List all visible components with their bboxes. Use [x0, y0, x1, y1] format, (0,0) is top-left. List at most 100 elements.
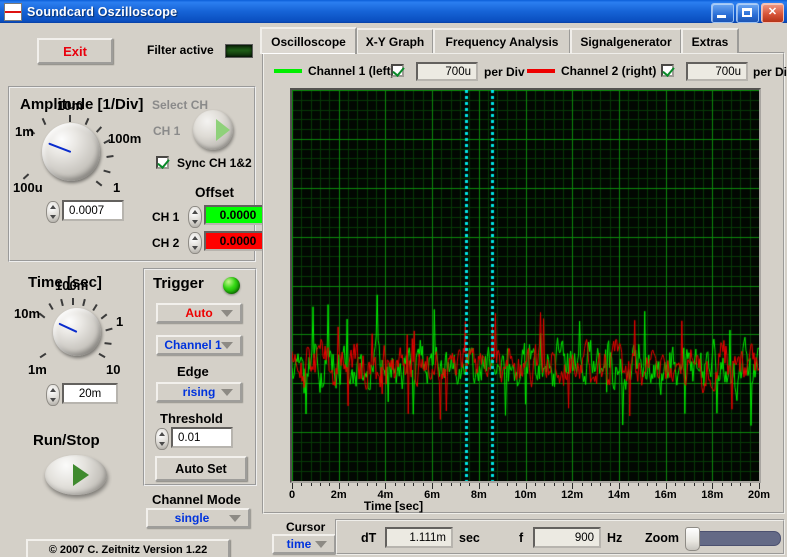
waveform-canvas[interactable]: [292, 90, 759, 481]
offset-ch1-stepper[interactable]: [188, 206, 202, 228]
tab-frequency-analysis-label: Frequency Analysis: [445, 34, 559, 49]
zoom-slider-thumb[interactable]: [685, 527, 700, 551]
close-icon[interactable]: ✕: [761, 3, 784, 23]
x-axis-tick: [553, 483, 555, 486]
channel-mode-value: single: [174, 511, 210, 525]
application-window: Soundcard Oszilloscope ✕ Exit Filter act…: [0, 0, 787, 557]
trigger-threshold-label: Threshold: [160, 411, 223, 426]
x-axis-tick: [702, 483, 704, 486]
tab-strip: Oscilloscope X-Y Graph Frequency Analysi…: [260, 27, 787, 54]
x-axis-tick: [348, 483, 350, 486]
x-axis-title: Time [sec]: [363, 499, 424, 513]
x-axis-tick: [422, 483, 424, 486]
time-stepper[interactable]: [46, 384, 60, 406]
filter-indicator-led: [225, 44, 253, 58]
exit-button[interactable]: Exit: [37, 38, 113, 64]
x-axis-tick: [656, 483, 658, 486]
trigger-mode-dropdown[interactable]: Auto: [156, 303, 242, 323]
x-axis-tick: [404, 483, 406, 486]
x-axis-tick: [497, 483, 499, 486]
x-axis-tick: [301, 483, 303, 486]
auto-set-label: Auto Set: [175, 461, 227, 476]
cursor-mode-dropdown[interactable]: time: [272, 534, 336, 554]
channel1-enable-checkbox[interactable]: [391, 64, 405, 77]
tab-extras[interactable]: Extras: [681, 28, 739, 53]
x-axis-tick: [749, 483, 751, 486]
x-axis-tick: [488, 483, 490, 486]
run-stop-button[interactable]: [45, 455, 107, 495]
tab-xy-graph[interactable]: X-Y Graph: [356, 28, 434, 53]
x-axis-tick: [730, 483, 732, 486]
x-axis-tick: [740, 483, 742, 486]
trigger-edge-dropdown[interactable]: rising: [156, 382, 242, 402]
dt-value: 1.111m: [385, 527, 453, 548]
x-axis-tick: [329, 483, 331, 486]
oscilloscope-plot[interactable]: [290, 88, 761, 483]
trigger-source-dropdown[interactable]: Channel 1: [156, 335, 242, 355]
x-axis-tick: [441, 483, 443, 486]
x-axis-tick: [394, 483, 396, 486]
trigger-mode-value: Auto: [185, 306, 213, 320]
channel1-color-swatch: [274, 69, 302, 73]
time-knob[interactable]: [53, 308, 101, 356]
x-axis-tick: [693, 483, 695, 486]
minimize-icon[interactable]: [711, 3, 734, 23]
cursor-readout-bar: dT 1.111m sec f 900 Hz Zoom: [335, 519, 785, 555]
trigger-led: [223, 277, 240, 294]
x-axis-tick: [721, 483, 723, 486]
copyright-footer: © 2007 C. Zeitnitz Version 1.22: [26, 539, 230, 557]
sync-channels-label: Sync CH 1&2: [177, 156, 252, 170]
offset-title: Offset: [195, 185, 235, 200]
x-axis-tick: [320, 483, 322, 486]
scope-icon: [4, 2, 22, 21]
time-knob-label-100m: 100m: [55, 278, 89, 293]
amplitude-stepper[interactable]: [46, 201, 60, 223]
amplitude-value-input[interactable]: 0.0007: [62, 200, 124, 221]
x-axis-tick: [376, 483, 378, 486]
amplitude-knob[interactable]: [42, 123, 100, 181]
channel2-scale-input[interactable]: 700u: [686, 62, 748, 81]
x-axis-tick: [562, 483, 564, 486]
trigger-source-value: Channel 1: [164, 338, 222, 352]
tab-extras-label: Extras: [691, 34, 729, 49]
tab-oscilloscope[interactable]: Oscilloscope: [260, 27, 357, 54]
time-panel: Time [sec] 100m 10m 1 1m 10 20m: [8, 270, 138, 420]
tab-xy-graph-label: X-Y Graph: [365, 34, 425, 49]
sync-channels-checkbox[interactable]: [156, 156, 170, 169]
channel1-unit: per Div: [484, 65, 525, 79]
maximize-icon[interactable]: [736, 3, 759, 23]
x-axis-tick: [581, 483, 583, 486]
auto-set-button[interactable]: Auto Set: [155, 456, 247, 481]
tab-frequency-analysis[interactable]: Frequency Analysis: [433, 28, 571, 53]
trigger-edge-value: rising: [182, 385, 216, 399]
filter-active-label: Filter active: [147, 43, 214, 57]
channel1-scale-input[interactable]: 700u: [416, 62, 478, 81]
select-ch-switch[interactable]: [193, 110, 233, 150]
amplitude-knob-label-1: 1: [113, 180, 121, 195]
channel1-label: Channel 1 (left): [308, 64, 395, 78]
x-axis-tick: [516, 483, 518, 486]
x-axis-tick: [506, 483, 508, 486]
channel2-color-swatch: [527, 69, 555, 73]
zoom-slider-track[interactable]: [685, 527, 781, 551]
offset-ch2-stepper[interactable]: [188, 232, 202, 254]
channel2-enable-checkbox[interactable]: [661, 64, 675, 77]
x-axis-tick: [357, 483, 359, 486]
trigger-threshold-stepper[interactable]: [155, 428, 169, 450]
time-knob-label-10m: 10m: [14, 306, 41, 321]
time-value-input[interactable]: 20m: [62, 383, 118, 404]
copyright-text: © 2007 C. Zeitnitz Version 1.22: [48, 544, 208, 556]
trigger-edge-label: Edge: [177, 364, 209, 379]
select-ch-value: CH 1: [153, 124, 181, 138]
x-axis-tick: [450, 483, 452, 486]
trigger-threshold-input[interactable]: 0.01: [171, 427, 233, 448]
amplitude-knob-label-1m: 1m: [15, 124, 34, 139]
x-axis-tick: [628, 483, 630, 486]
x-axis-tick: [366, 483, 368, 486]
tab-signalgenerator[interactable]: Signalgenerator: [570, 28, 682, 53]
offset-ch2-label: CH 2: [152, 236, 180, 250]
x-axis-tick: [600, 483, 602, 486]
amplitude-panel: Amplitude [1/Div] 10m 1m 100m 100u 1 0.0…: [8, 86, 272, 262]
frequency-value: 900: [533, 527, 601, 548]
tab-oscilloscope-label: Oscilloscope: [271, 34, 346, 49]
